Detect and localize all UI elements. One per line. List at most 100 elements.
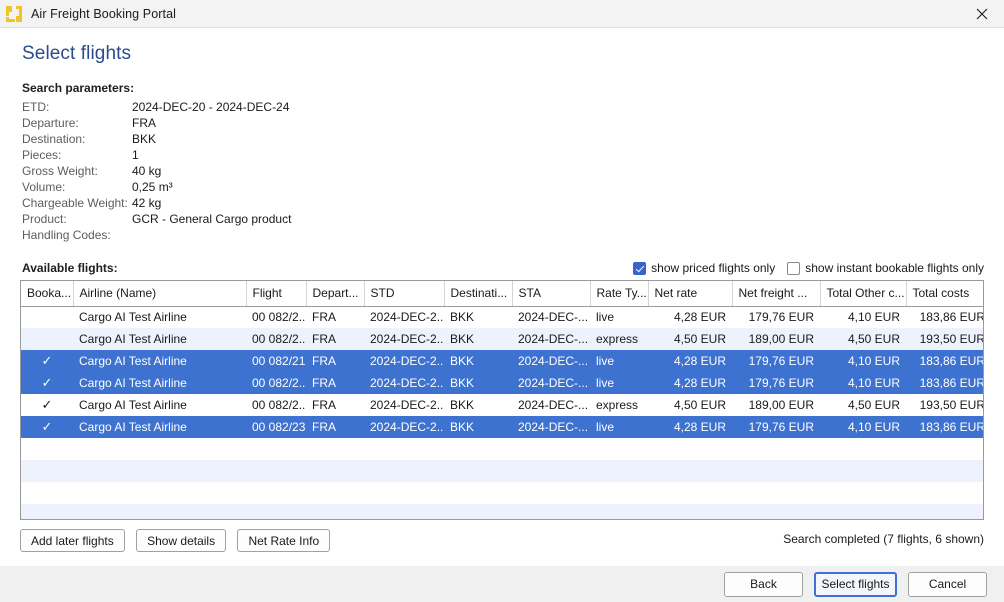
cell-sta: 2024-DEC-... xyxy=(512,328,590,350)
cell-airline: Cargo AI Test Airline xyxy=(73,372,246,394)
table-row[interactable]: ✓ Cargo AI Test Airline 00 082/23 FRA 2024-D… xyxy=(21,416,983,438)
search-parameter-row: Chargeable Weight: 42 kg xyxy=(22,195,291,211)
column-header[interactable]: Destinati... xyxy=(444,281,513,307)
column-header[interactable]: Net freight ... xyxy=(732,281,821,307)
column-header[interactable]: Booka... xyxy=(21,281,74,307)
search-status-text: Search completed (7 flights, 6 shown) xyxy=(783,532,984,546)
cell-empty xyxy=(364,460,444,482)
column-header[interactable]: Total Other c... xyxy=(820,281,907,307)
dialog-content: Select flights Search parameters: ETD: 20… xyxy=(0,43,1004,553)
cell-net-freight: 189,00 EUR xyxy=(732,394,820,416)
cell-net-freight: 179,76 EUR xyxy=(732,350,820,372)
cell-airline: Cargo AI Test Airline xyxy=(73,328,246,350)
cell-empty xyxy=(820,504,906,519)
cell-empty xyxy=(512,504,590,519)
search-parameter-label: Product: xyxy=(22,212,67,226)
cell-empty xyxy=(906,482,983,504)
cell-total-other-costs: 4,10 EUR xyxy=(820,372,906,394)
cell-empty xyxy=(306,482,364,504)
table-row[interactable]: Cargo AI Test Airline 00 082/2... FRA 2024-… xyxy=(21,328,983,350)
column-header[interactable]: Net rate xyxy=(648,281,733,307)
search-parameter-label: Volume: xyxy=(22,180,66,194)
cell-empty xyxy=(444,460,512,482)
cell-flight: 00 082/2... xyxy=(246,306,306,328)
column-header[interactable]: STA xyxy=(512,281,591,307)
search-parameter-value: 42 kg xyxy=(132,196,162,210)
column-header[interactable]: Airline (Name) xyxy=(73,281,247,307)
cell-airline: Cargo AI Test Airline xyxy=(73,416,246,438)
cell-rate-type: express xyxy=(590,394,648,416)
filter-label: show priced flights only xyxy=(651,261,776,275)
cell-total-costs: 183,86 EUR xyxy=(906,416,983,438)
close-button[interactable] xyxy=(959,0,1004,27)
search-parameter-label: Chargeable Weight: xyxy=(22,196,128,210)
cell-empty xyxy=(906,460,983,482)
cell-flight: 00 082/2... xyxy=(246,328,306,350)
column-header[interactable]: STD xyxy=(364,281,445,307)
cell-flight: 00 082/23 xyxy=(246,416,306,438)
cell-empty xyxy=(246,504,306,519)
window-title: Air Freight Booking Portal xyxy=(31,6,177,21)
cell-empty xyxy=(590,438,648,460)
table-row[interactable]: ✓ Cargo AI Test Airline 00 082/2... FRA 2024… xyxy=(21,394,983,416)
search-parameter-label: Departure: xyxy=(22,116,79,130)
cell-empty xyxy=(732,504,820,519)
search-parameter-row: Handling Codes: xyxy=(22,227,291,243)
cell-bookable: ✓ xyxy=(21,394,73,416)
cell-empty xyxy=(73,504,246,519)
cell-empty xyxy=(906,438,983,460)
table-row-empty xyxy=(21,482,983,504)
dialog-footer: Back Select flights Cancel xyxy=(0,565,1004,602)
table-header-row: Booka... Airline (Name) Flight Depart... STD… xyxy=(21,281,983,307)
cell-net-freight: 179,76 EUR xyxy=(732,306,820,328)
flights-grid[interactable]: Booka... Airline (Name) Flight Depart... STD… xyxy=(20,280,984,520)
back-button[interactable]: Back xyxy=(724,571,803,597)
search-parameter-value: 0,25 m³ xyxy=(132,180,173,194)
cell-std: 2024-DEC-2... xyxy=(364,394,444,416)
cell-empty xyxy=(306,460,364,482)
cell-empty xyxy=(306,504,364,519)
cell-departure: FRA xyxy=(306,372,364,394)
column-header[interactable]: Rate Ty... xyxy=(590,281,649,307)
cell-destination: BKK xyxy=(444,306,512,328)
cancel-button[interactable]: Cancel xyxy=(908,571,987,597)
app-logo-icon xyxy=(6,5,22,22)
filter-checkbox-instant-bookable-only[interactable]: show instant bookable flights only xyxy=(787,258,984,278)
cell-destination: BKK xyxy=(444,350,512,372)
cell-empty xyxy=(732,482,820,504)
cell-total-other-costs: 4,10 EUR xyxy=(820,416,906,438)
add-later-flights-button[interactable]: Add later flights xyxy=(20,529,125,552)
cell-std: 2024-DEC-2... xyxy=(364,306,444,328)
search-parameter-row: ETD: 2024-DEC-20 - 2024-DEC-24 xyxy=(22,99,291,115)
table-row[interactable]: ✓ Cargo AI Test Airline 00 082/21 FRA 2024-D… xyxy=(21,350,983,372)
cell-rate-type: live xyxy=(590,372,648,394)
cell-total-other-costs: 4,10 EUR xyxy=(820,306,906,328)
search-parameter-label: Gross Weight: xyxy=(22,164,98,178)
table-row[interactable]: ✓ Cargo AI Test Airline 00 082/2... FRA 2024… xyxy=(21,372,983,394)
show-details-button[interactable]: Show details xyxy=(136,529,227,552)
column-header[interactable]: Depart... xyxy=(306,281,365,307)
column-header[interactable]: Total costs xyxy=(906,281,983,307)
cell-rate-type: live xyxy=(590,350,648,372)
search-parameter-label: Handling Codes: xyxy=(22,228,111,242)
filter-checkbox-priced-only[interactable]: show priced flights only xyxy=(633,258,775,278)
table-row[interactable]: Cargo AI Test Airline 00 082/2... FRA 2024-… xyxy=(21,306,983,328)
cell-departure: FRA xyxy=(306,306,364,328)
cell-bookable: ✓ xyxy=(21,416,73,438)
search-parameter-row: Volume: 0,25 m³ xyxy=(22,179,291,195)
cell-sta: 2024-DEC-... xyxy=(512,372,590,394)
cell-flight: 00 082/2... xyxy=(246,394,306,416)
cell-airline: Cargo AI Test Airline xyxy=(73,306,246,328)
cell-net-rate: 4,28 EUR xyxy=(648,372,732,394)
cell-std: 2024-DEC-2... xyxy=(364,328,444,350)
cell-departure: FRA xyxy=(306,416,364,438)
cell-net-rate: 4,28 EUR xyxy=(648,416,732,438)
cell-sta: 2024-DEC-... xyxy=(512,394,590,416)
column-header[interactable]: Flight xyxy=(246,281,307,307)
select-flights-button[interactable]: Select flights xyxy=(814,571,897,597)
cell-net-rate: 4,50 EUR xyxy=(648,328,732,350)
cell-airline: Cargo AI Test Airline xyxy=(73,350,246,372)
net-rate-info-button[interactable]: Net Rate Info xyxy=(237,529,331,552)
table-row-empty xyxy=(21,504,983,519)
grid-action-bar: Add later flights Show details Net Rate … xyxy=(20,529,984,553)
